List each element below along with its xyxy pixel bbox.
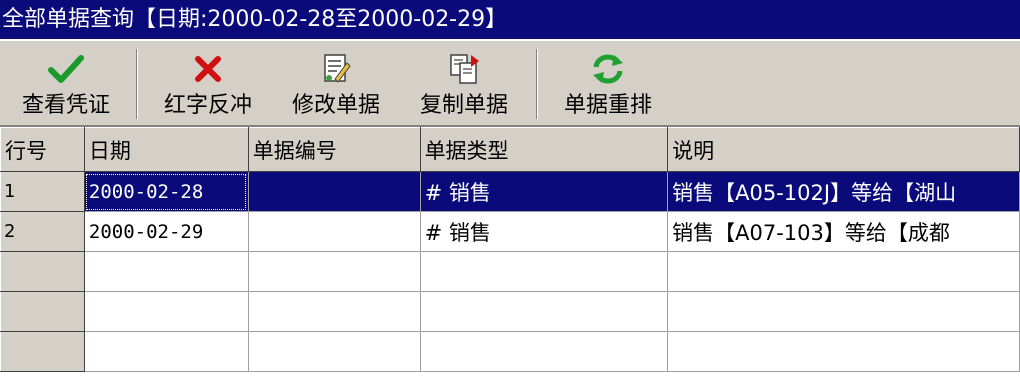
row-header[interactable] [0, 331, 85, 372]
copy-document-icon [444, 49, 484, 89]
doc-type-cell[interactable]: # 销售 [420, 171, 669, 212]
table-row[interactable]: 1 2000-02-28 # 销售 销售【A05-102J】等给【湖山 [0, 171, 1020, 212]
column-header-doc-no[interactable]: 单据编号 [247, 127, 421, 172]
red-reversal-button[interactable]: 红字反冲 [148, 43, 268, 123]
date-cell[interactable] [84, 251, 249, 292]
table-row[interactable] [0, 331, 1020, 372]
date-cell[interactable]: 2000-02-28 [84, 171, 249, 212]
table-row[interactable] [0, 251, 1020, 292]
edit-document-button[interactable]: 修改单据 [276, 43, 396, 123]
doc-type-cell[interactable] [420, 251, 669, 292]
column-header-description[interactable]: 说明 [667, 127, 1020, 172]
description-cell[interactable] [667, 331, 1020, 372]
refresh-arrows-icon [588, 49, 628, 89]
reorder-documents-label: 单据重排 [563, 93, 652, 118]
description-cell[interactable]: 销售【A07-103】等给【成都 [667, 211, 1020, 252]
doc-no-cell[interactable] [248, 251, 421, 292]
doc-no-cell[interactable] [248, 331, 421, 372]
date-cell[interactable]: 2000-02-29 [84, 211, 249, 252]
edit-document-label: 修改单据 [291, 93, 380, 118]
table-row[interactable]: 2 2000-02-29 # 销售 销售【A07-103】等给【成都 [0, 211, 1020, 252]
column-header-doc-type[interactable]: 单据类型 [419, 127, 669, 172]
row-header[interactable] [0, 291, 85, 332]
reorder-documents-button[interactable]: 单据重排 [548, 43, 668, 123]
doc-no-cell[interactable] [248, 211, 421, 252]
edit-document-icon [316, 49, 356, 89]
doc-no-cell[interactable] [248, 171, 421, 212]
view-voucher-label: 查看凭证 [21, 93, 110, 118]
red-reversal-label: 红字反冲 [163, 93, 252, 118]
description-cell[interactable] [667, 291, 1020, 332]
row-header[interactable]: 1 [0, 171, 85, 212]
table-row[interactable] [0, 291, 1020, 332]
toolbar-separator [136, 49, 138, 119]
documents-table[interactable]: 行号 日期 单据编号 单据类型 说明 1 2000-02-28 # 销售 销售【… [0, 127, 1020, 391]
red-x-icon [188, 49, 228, 89]
toolbar: 查看凭证 红字反冲 修改单据 复制单据 单据重排 [0, 39, 1020, 127]
copy-document-label: 复制单据 [419, 93, 508, 118]
view-voucher-button[interactable]: 查看凭证 [6, 43, 126, 123]
doc-no-cell[interactable] [248, 291, 421, 332]
row-header[interactable]: 2 [0, 211, 85, 252]
row-header[interactable] [0, 251, 85, 292]
doc-type-cell[interactable] [420, 331, 669, 372]
description-cell[interactable]: 销售【A05-102J】等给【湖山 [667, 171, 1020, 212]
window-title: 全部单据查询【日期:2000-02-28至2000-02-29】 [0, 0, 1020, 39]
doc-type-cell[interactable] [420, 291, 669, 332]
toolbar-separator [536, 49, 538, 119]
column-header-date[interactable]: 日期 [83, 127, 249, 172]
date-cell[interactable] [84, 331, 249, 372]
column-header-row-no[interactable]: 行号 [0, 127, 85, 172]
table-header-row: 行号 日期 单据编号 单据类型 说明 [0, 127, 1020, 172]
copy-document-button[interactable]: 复制单据 [404, 43, 524, 123]
checkmark-icon [46, 49, 86, 89]
date-cell[interactable] [84, 291, 249, 332]
description-cell[interactable] [667, 251, 1020, 292]
doc-type-cell[interactable]: # 销售 [420, 211, 669, 252]
